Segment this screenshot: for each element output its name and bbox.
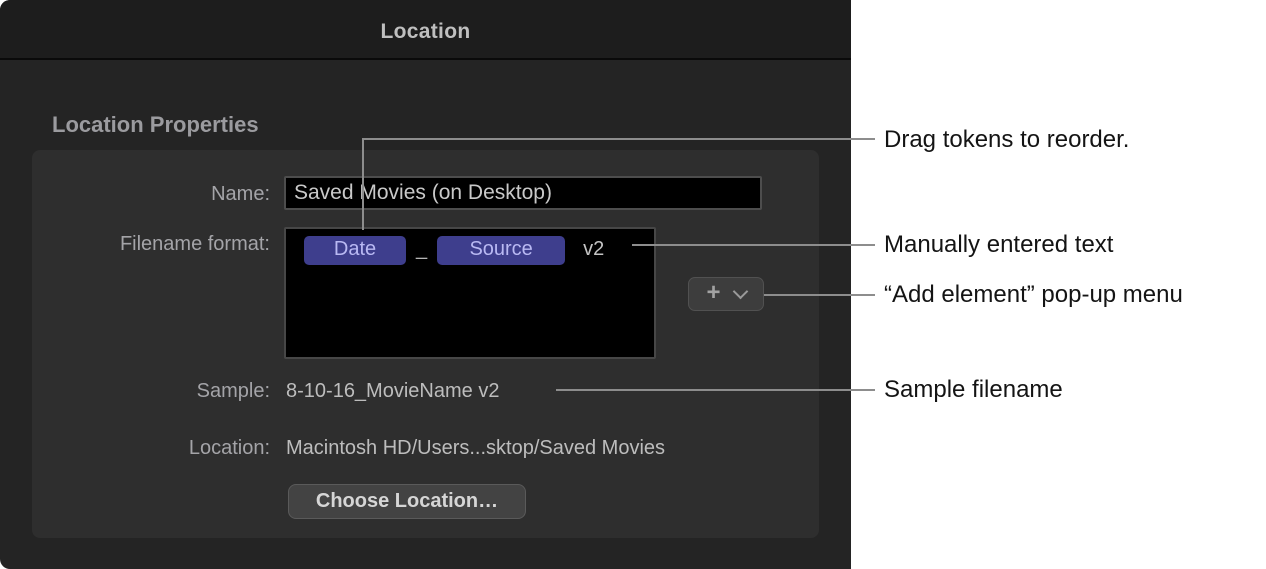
manual-text-v2[interactable]: v2 xyxy=(583,236,604,261)
location-value: Macintosh HD/Users...sktop/Saved Movies xyxy=(286,436,665,460)
annotation-sample-filename: Sample filename xyxy=(884,376,1063,404)
annotation-manual-text: Manually entered text xyxy=(884,231,1113,259)
callout-line-drag-tokens-horizontal xyxy=(362,138,875,140)
dialog-title: Location xyxy=(381,14,471,44)
section-heading: Location Properties xyxy=(52,112,259,138)
screenshot-stage: Location Location Properties Name: Filen… xyxy=(0,0,1266,569)
filename-format-field[interactable]: Date _ Source v2 xyxy=(284,227,656,359)
location-dialog: Location Location Properties Name: Filen… xyxy=(0,0,851,569)
choose-location-button[interactable]: Choose Location… xyxy=(288,484,526,519)
annotation-add-element: “Add element” pop-up menu xyxy=(884,281,1183,309)
location-label: Location: xyxy=(60,436,270,460)
name-label: Name: xyxy=(60,182,270,206)
sample-label: Sample: xyxy=(60,379,270,403)
add-element-button[interactable]: + xyxy=(688,277,764,311)
annotation-drag-tokens: Drag tokens to reorder. xyxy=(884,126,1129,154)
sample-value: 8-10-16_MovieName v2 xyxy=(286,379,499,403)
callout-line-sample-filename xyxy=(556,389,875,391)
name-input[interactable] xyxy=(284,176,762,210)
dialog-titlebar: Location xyxy=(0,0,851,60)
token-source[interactable]: Source xyxy=(437,236,565,265)
chevron-down-icon xyxy=(732,283,748,299)
token-date[interactable]: Date xyxy=(304,236,406,265)
token-separator-text: _ xyxy=(416,236,427,261)
callout-line-add-element xyxy=(764,294,875,296)
callout-line-manual-text xyxy=(632,244,875,246)
filename-format-label: Filename format: xyxy=(60,232,270,256)
plus-icon: + xyxy=(706,283,720,303)
callout-line-drag-tokens-vertical xyxy=(362,138,364,230)
